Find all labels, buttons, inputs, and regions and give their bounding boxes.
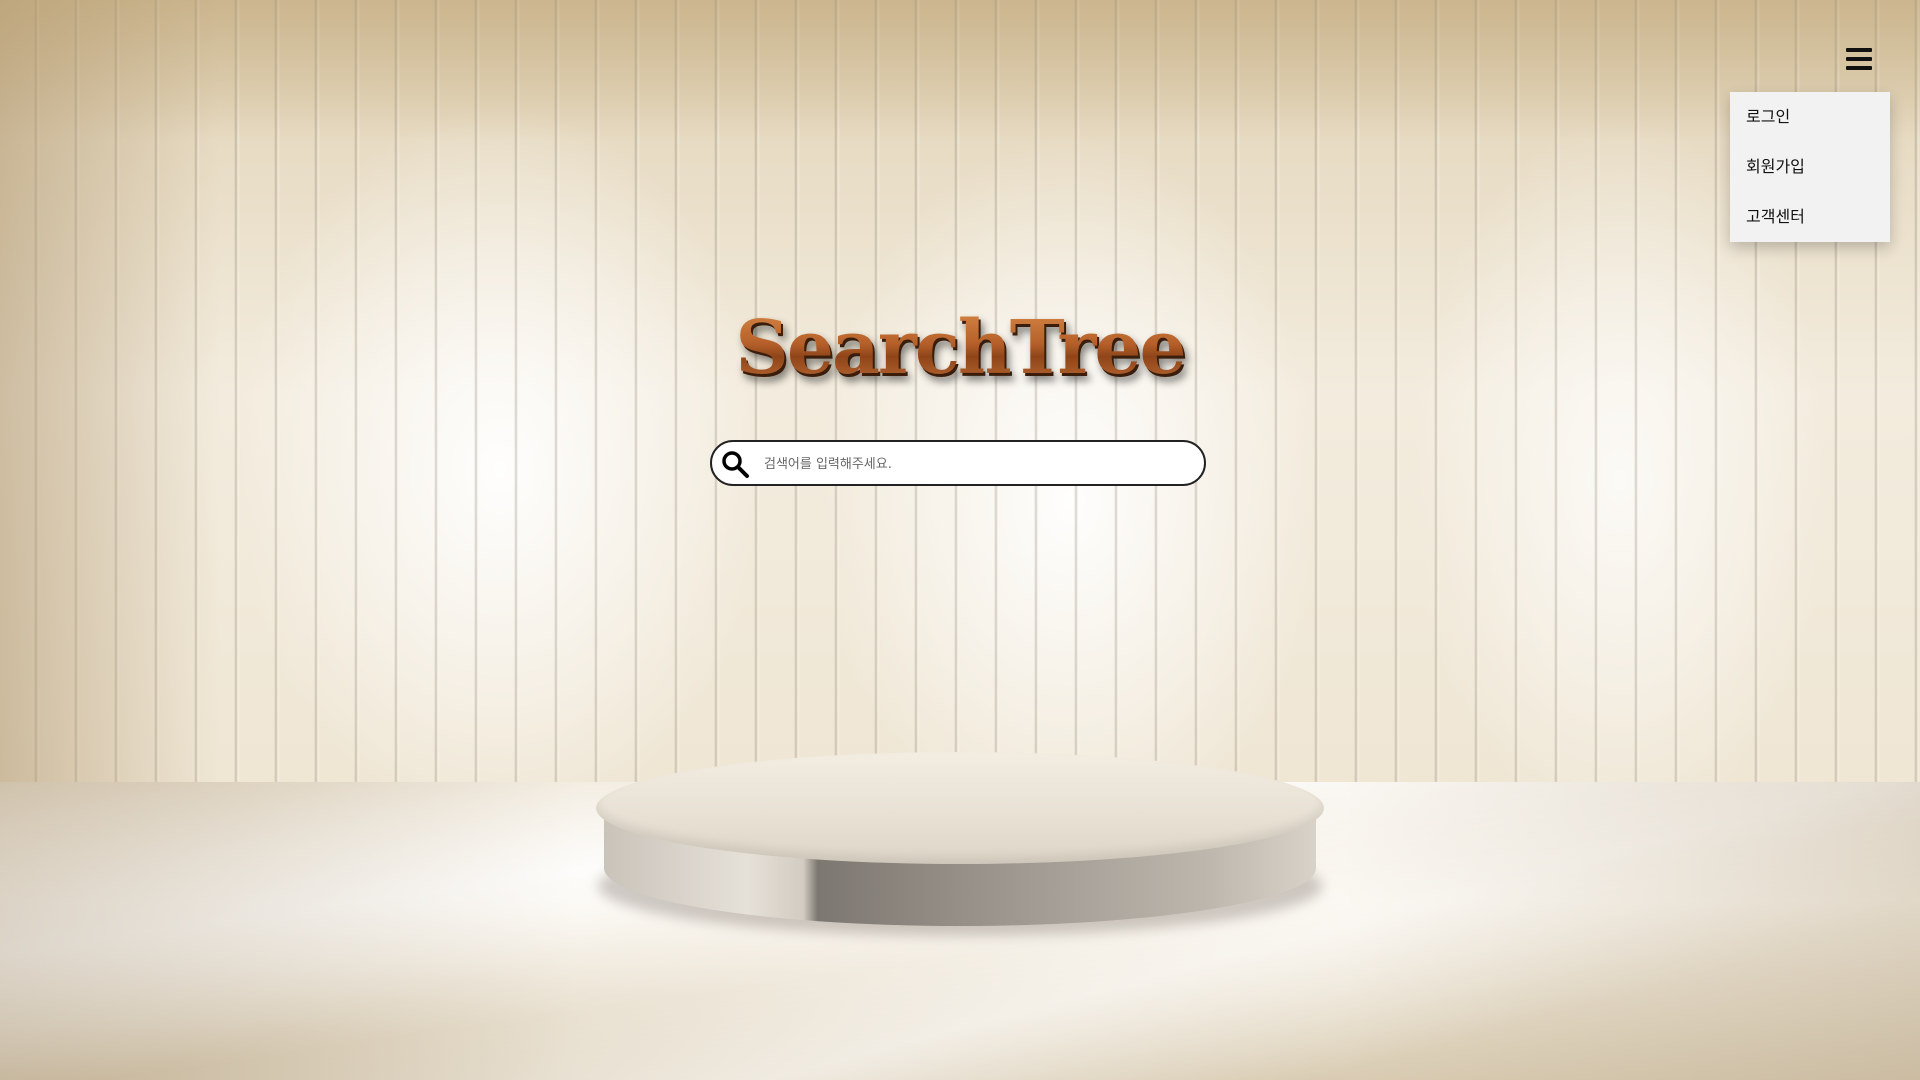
search-box[interactable] (710, 440, 1206, 486)
search-icon[interactable] (720, 449, 750, 479)
pedestal-top (596, 752, 1324, 864)
search-input[interactable] (762, 448, 1186, 480)
menu-line (1846, 48, 1872, 52)
menu-dropdown: 로그인 회원가입 고객센터 (1730, 92, 1890, 242)
wall-shading-top (0, 0, 1920, 140)
menu-item-signup[interactable]: 회원가입 (1730, 142, 1890, 192)
menu-line (1846, 66, 1872, 70)
menu-item-customer-center[interactable]: 고객센터 (1730, 192, 1890, 242)
menu-item-login[interactable]: 로그인 (1730, 92, 1890, 142)
page: 로그인 회원가입 고객센터 SearchTree (0, 0, 1920, 1080)
hamburger-menu-icon[interactable] (1846, 48, 1874, 74)
site-logo: SearchTree (0, 305, 1920, 391)
menu-line (1846, 57, 1872, 61)
